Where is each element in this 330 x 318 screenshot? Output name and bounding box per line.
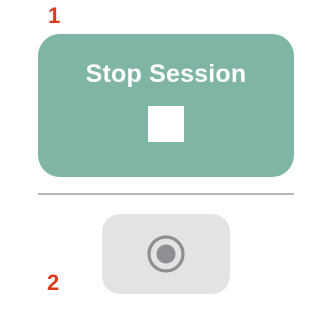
step-marker-2: 2 <box>47 270 60 295</box>
stop-square-icon <box>148 105 184 142</box>
step-marker-1: 1 <box>48 3 61 28</box>
record-icon <box>147 235 185 273</box>
stop-session-button[interactable]: Stop Session <box>38 34 294 177</box>
divider <box>38 193 294 195</box>
record-button[interactable] <box>102 214 230 294</box>
screenshot-stage: 1 Stop Session 2 <box>0 0 330 318</box>
stop-session-label: Stop Session <box>85 60 247 88</box>
